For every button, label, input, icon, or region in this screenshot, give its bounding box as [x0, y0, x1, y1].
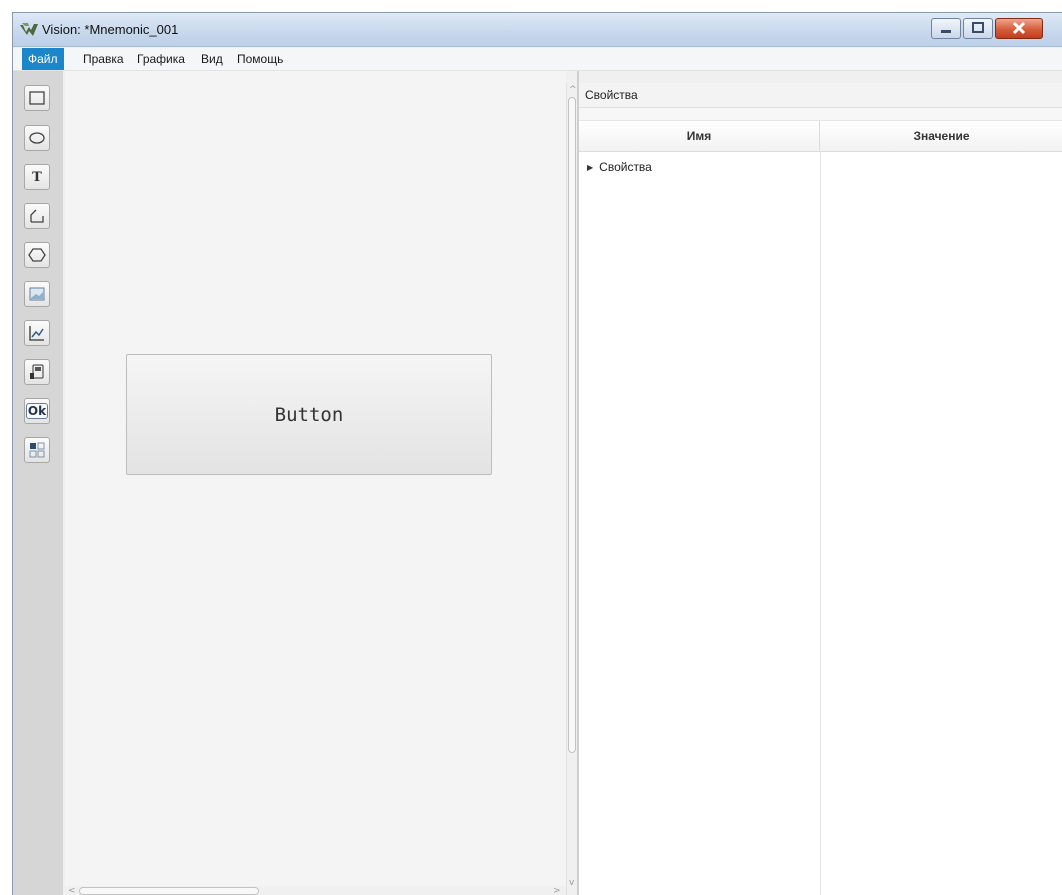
- polygon-tool[interactable]: [24, 242, 50, 268]
- close-button[interactable]: [995, 18, 1043, 39]
- menu-view[interactable]: Вид: [195, 48, 229, 70]
- device-icon: [30, 364, 44, 379]
- chart-tool[interactable]: [24, 320, 50, 346]
- ok-button-icon: Ok: [25, 403, 49, 419]
- minimize-icon: [941, 30, 951, 33]
- menu-bar: Файл Правка Графика Вид Помощь: [13, 48, 1062, 71]
- menu-graphics[interactable]: Графика: [131, 48, 191, 70]
- maximize-button[interactable]: [963, 18, 993, 39]
- device-tool[interactable]: [24, 359, 50, 385]
- image-icon: [29, 287, 45, 301]
- properties-panel: Свойства Имя Значение ▶ Свойства: [579, 83, 1062, 895]
- expand-arrow-icon[interactable]: ▶: [587, 163, 593, 172]
- grid-widget-tool[interactable]: [24, 437, 50, 463]
- canvas-button-widget[interactable]: Button: [126, 354, 492, 475]
- polyline-icon: [30, 209, 44, 223]
- menu-help[interactable]: Помощь: [231, 48, 289, 70]
- tree-row-label: Свойства: [599, 160, 652, 174]
- maximize-icon: [972, 22, 984, 33]
- grid-widget-icon: [29, 442, 45, 458]
- properties-panel-title: Свойства: [579, 83, 1062, 108]
- scroll-down-icon[interactable]: v: [569, 878, 574, 888]
- close-icon: [1012, 21, 1026, 35]
- scroll-left-icon[interactable]: <: [68, 886, 76, 895]
- menu-file[interactable]: Файл: [22, 48, 64, 70]
- ellipse-icon: [29, 132, 45, 144]
- polyline-tool[interactable]: [24, 203, 50, 229]
- app-logo-icon: [20, 23, 38, 36]
- toolbox: T Ok: [13, 71, 63, 895]
- scroll-up-icon[interactable]: ^: [569, 85, 577, 95]
- rectangle-icon: [29, 91, 45, 105]
- scroll-right-icon[interactable]: >: [553, 886, 561, 895]
- vertical-scroll-thumb[interactable]: [568, 97, 576, 753]
- tree-row-properties[interactable]: ▶ Свойства: [587, 160, 652, 174]
- title-bar[interactable]: Vision: *Mnemonic_001: [13, 13, 1062, 47]
- app-window: Vision: *Mnemonic_001 Файл Правка График…: [12, 12, 1062, 895]
- rectangle-tool[interactable]: [24, 85, 50, 111]
- canvas-horizontal-scrollbar[interactable]: < >: [65, 886, 566, 895]
- window-title: Vision: *Mnemonic_001: [42, 22, 179, 37]
- horizontal-scroll-thumb[interactable]: [79, 887, 259, 895]
- column-header-name[interactable]: Имя: [579, 121, 820, 152]
- canvas-vertical-scrollbar[interactable]: ^ v: [566, 83, 577, 895]
- ellipse-tool[interactable]: [24, 125, 50, 151]
- menu-edit[interactable]: Правка: [77, 48, 130, 70]
- ok-button-tool[interactable]: Ok: [24, 398, 50, 424]
- design-canvas[interactable]: Button: [65, 71, 566, 886]
- column-divider: [820, 152, 821, 895]
- polygon-icon: [28, 248, 46, 262]
- panel-toolbar-strip: [579, 108, 1062, 121]
- text-tool[interactable]: T: [24, 164, 50, 190]
- image-tool[interactable]: [24, 281, 50, 307]
- chart-icon: [29, 326, 44, 341]
- minimize-button[interactable]: [931, 18, 961, 39]
- column-header-value[interactable]: Значение: [820, 121, 1062, 152]
- text-icon: T: [32, 169, 42, 185]
